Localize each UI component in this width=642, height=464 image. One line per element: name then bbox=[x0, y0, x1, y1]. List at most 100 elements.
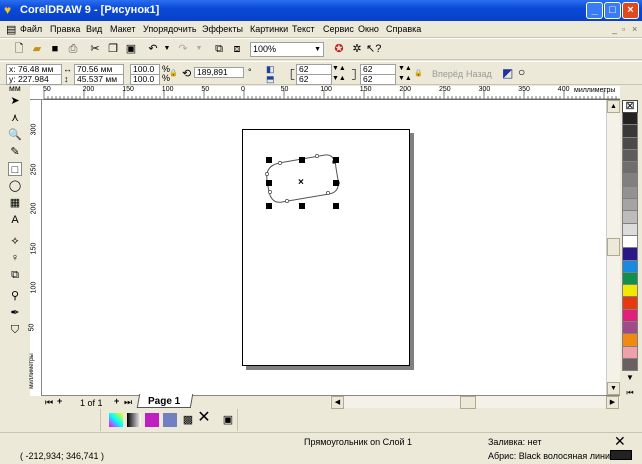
horizontal-ruler[interactable]: 50 200 150 100 50 0 50 100 150 200 250 300 350 400 ми… bbox=[30, 86, 620, 100]
selection-handle[interactable] bbox=[333, 203, 339, 209]
no-fill-swatch[interactable]: ⊠ bbox=[622, 100, 638, 113]
add-page-before-button[interactable]: + bbox=[57, 396, 62, 406]
corner-roundness-bl[interactable]: 62 bbox=[296, 74, 332, 85]
color-swatch[interactable] bbox=[622, 260, 638, 273]
drawing-canvas[interactable]: × bbox=[42, 100, 606, 395]
menu-window[interactable]: Окно bbox=[358, 24, 379, 34]
scroll-right-button[interactable]: ▶ bbox=[606, 396, 619, 409]
color-swatch[interactable] bbox=[622, 125, 638, 138]
selection-handle[interactable] bbox=[333, 157, 339, 163]
color-swatch[interactable] bbox=[622, 297, 638, 310]
postscript-fill-icon[interactable]: ▩ bbox=[181, 413, 195, 427]
color-swatch[interactable] bbox=[622, 211, 638, 224]
corel-tutor-icon[interactable]: ✲ bbox=[350, 42, 364, 56]
color-swatch[interactable] bbox=[622, 309, 638, 323]
corner-roundness-br[interactable]: 62 bbox=[360, 74, 396, 85]
color-swatch[interactable] bbox=[622, 113, 638, 126]
interactive-blend-icon[interactable]: ⟡ bbox=[8, 234, 22, 248]
center-marker-icon[interactable]: × bbox=[298, 177, 304, 188]
color-swatch[interactable] bbox=[622, 223, 638, 236]
scroll-thumb[interactable] bbox=[607, 238, 620, 256]
rectangle-object[interactable] bbox=[222, 150, 362, 220]
redo-dropdown-icon[interactable]: ▼ bbox=[192, 42, 206, 56]
vertical-scrollbar[interactable]: ▲ ▼ bbox=[606, 100, 620, 395]
menu-tools[interactable]: Сервис bbox=[323, 24, 354, 34]
spin-icon[interactable]: ▼▲ bbox=[332, 65, 346, 72]
color-swatch[interactable] bbox=[622, 137, 638, 150]
pick-tool-icon[interactable]: ➤ bbox=[8, 94, 22, 108]
spin-icon[interactable]: ▼▲ bbox=[398, 65, 412, 72]
maximize-button[interactable]: □ bbox=[604, 2, 621, 19]
document-icon[interactable]: ▤ bbox=[6, 23, 16, 36]
zoom-select[interactable]: 100% ▼ bbox=[250, 42, 324, 57]
close-button[interactable]: × bbox=[622, 2, 639, 19]
menu-text[interactable]: Текст bbox=[292, 24, 315, 34]
doc-minimize-button[interactable]: _ bbox=[612, 24, 617, 34]
doc-restore-button[interactable]: ▫ bbox=[622, 24, 625, 34]
spin-icon[interactable]: ▼▲ bbox=[332, 75, 346, 82]
undo-dropdown-icon[interactable]: ▼ bbox=[160, 42, 174, 56]
menu-view[interactable]: Вид bbox=[86, 24, 102, 34]
pattern-fill-icon[interactable] bbox=[145, 413, 159, 427]
menu-file[interactable]: Файл bbox=[20, 24, 42, 34]
texture-fill-icon[interactable] bbox=[163, 413, 177, 427]
zoom-tool-icon[interactable]: 🔍 bbox=[8, 128, 22, 142]
color-swatch[interactable] bbox=[622, 285, 638, 298]
lock-ratio-icon[interactable]: 🔒 bbox=[169, 69, 178, 77]
lock-corners-icon[interactable]: 🔒 bbox=[414, 69, 423, 77]
vertical-ruler[interactable]: 300 250 200 150 100 50 миллиметры bbox=[28, 100, 42, 396]
last-page-button[interactable]: ⏭ bbox=[124, 397, 132, 408]
color-swatch[interactable] bbox=[622, 162, 638, 175]
paste-icon[interactable]: ▣ bbox=[124, 42, 138, 56]
minimize-button[interactable]: _ bbox=[586, 2, 603, 19]
outline-tool-icon[interactable]: ✒ bbox=[8, 306, 22, 320]
redo-icon[interactable]: ↷ bbox=[176, 42, 190, 56]
y-position-field[interactable]: y: 227.984 мм bbox=[6, 74, 62, 93]
color-docker-icon[interactable]: ▣ bbox=[221, 413, 235, 427]
horizontal-scrollbar[interactable]: ◀ ▶ bbox=[330, 395, 620, 409]
fountain-color-icon[interactable] bbox=[109, 413, 123, 427]
selection-handle[interactable] bbox=[299, 203, 305, 209]
color-swatch[interactable] bbox=[622, 235, 638, 249]
menu-effects[interactable]: Эффекты bbox=[202, 24, 243, 34]
scroll-left-button[interactable]: ◀ bbox=[331, 396, 344, 409]
import-icon[interactable]: ⧉ bbox=[212, 42, 226, 56]
add-page-after-button[interactable]: + bbox=[114, 396, 119, 406]
mirror-vertical-icon[interactable]: ⬒ bbox=[266, 74, 275, 85]
doc-close-button[interactable]: × bbox=[632, 24, 637, 34]
shape-tool-icon[interactable]: ⋏ bbox=[8, 111, 22, 125]
selection-handle[interactable] bbox=[266, 203, 272, 209]
to-curves-icon[interactable]: ◩ bbox=[502, 66, 513, 80]
selection-handle[interactable] bbox=[299, 157, 305, 163]
color-swatch[interactable] bbox=[622, 199, 638, 212]
menu-layout[interactable]: Макет bbox=[110, 24, 135, 34]
rotation-angle-field[interactable]: 189,891 bbox=[194, 67, 244, 78]
polygon-tool-icon[interactable]: ▦ bbox=[8, 196, 22, 210]
convert-outline-icon[interactable]: ○ bbox=[518, 65, 525, 79]
selection-handle[interactable] bbox=[266, 157, 272, 163]
copy-icon[interactable]: ❐ bbox=[106, 42, 120, 56]
color-swatch[interactable] bbox=[622, 186, 638, 200]
eyedropper-tool-icon[interactable]: ⚲ bbox=[8, 289, 22, 303]
menu-bitmaps[interactable]: Картинки bbox=[250, 24, 288, 34]
back-button[interactable]: Назад bbox=[466, 69, 492, 79]
selection-handle[interactable] bbox=[333, 180, 339, 186]
text-tool-icon[interactable]: A bbox=[8, 213, 22, 227]
undo-icon[interactable]: ↶ bbox=[146, 42, 160, 56]
open-icon[interactable]: ▰ bbox=[30, 42, 44, 56]
spin-icon[interactable]: ▼▲ bbox=[398, 75, 412, 82]
rectangle-tool-icon[interactable]: □ bbox=[8, 162, 22, 176]
export-icon[interactable]: ⧈ bbox=[230, 42, 244, 56]
no-fill-icon[interactable]: ✕ bbox=[197, 410, 211, 426]
menu-arrange[interactable]: Упорядочить bbox=[143, 24, 197, 34]
fill-tool-icon[interactable]: ⛉ bbox=[8, 323, 22, 337]
color-swatch[interactable] bbox=[622, 358, 638, 372]
palette-expand-icon[interactable]: ⏮ bbox=[622, 388, 638, 398]
menu-help[interactable]: Справка bbox=[386, 24, 421, 34]
freehand-tool-icon[interactable]: ✎ bbox=[8, 145, 22, 159]
first-page-button[interactable]: ⏮ bbox=[45, 397, 53, 408]
application-launcher-icon[interactable]: ✪ bbox=[332, 42, 346, 56]
interactive-transparency-icon[interactable]: ♀ bbox=[8, 251, 22, 265]
whats-this-icon[interactable]: ↖? bbox=[366, 42, 381, 56]
palette-scroll-down-icon[interactable]: ▼ bbox=[622, 373, 638, 382]
